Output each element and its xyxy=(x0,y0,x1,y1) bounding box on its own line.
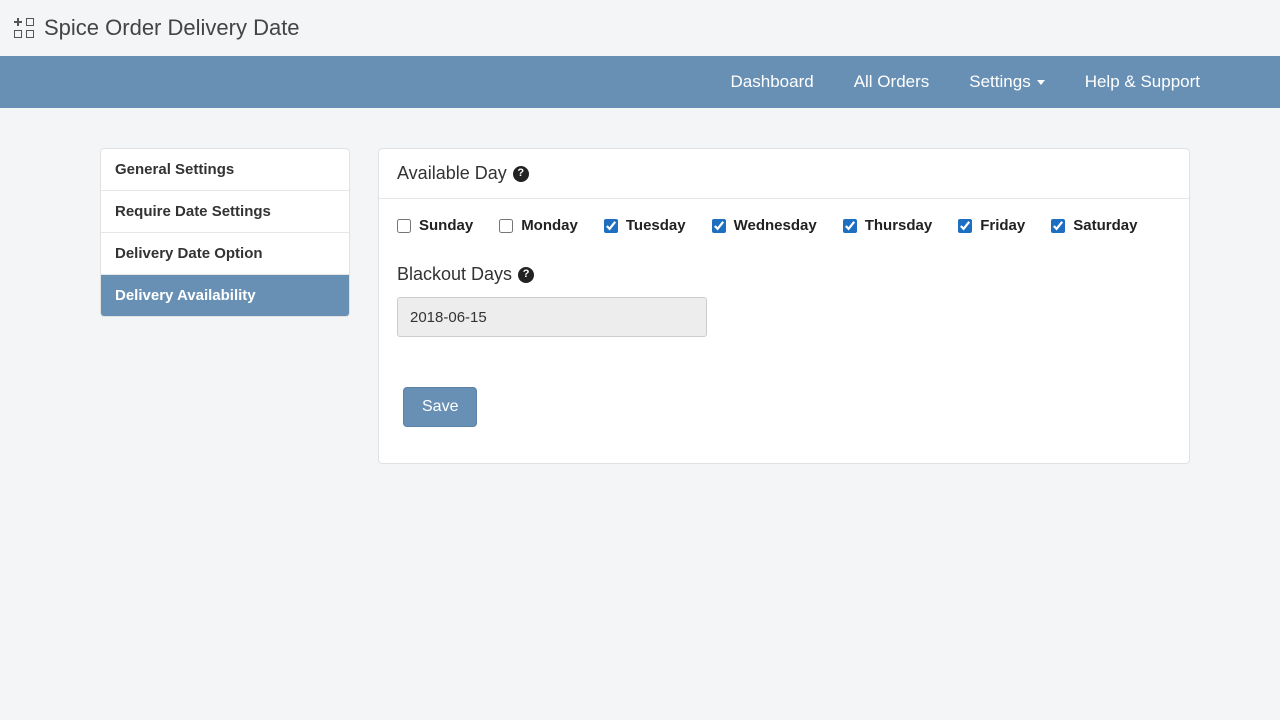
nav-settings[interactable]: Settings xyxy=(969,72,1044,92)
day-thursday[interactable]: Thursday xyxy=(843,217,933,234)
available-day-header: Available Day ? xyxy=(379,149,1189,199)
day-thursday-checkbox[interactable] xyxy=(843,219,857,233)
day-friday-checkbox[interactable] xyxy=(958,219,972,233)
nav-all-orders[interactable]: All Orders xyxy=(854,72,930,92)
day-label: Monday xyxy=(521,217,578,234)
app-title: Spice Order Delivery Date xyxy=(44,15,300,41)
settings-sidebar: General Settings Require Date Settings D… xyxy=(100,148,350,317)
main-navbar: Dashboard All Orders Settings Help & Sup… xyxy=(0,56,1280,108)
day-tuesday-checkbox[interactable] xyxy=(604,219,618,233)
sidebar-item-label: Delivery Date Option xyxy=(115,245,263,262)
blackout-date-input[interactable] xyxy=(397,297,707,337)
day-label: Thursday xyxy=(865,217,933,234)
day-saturday-checkbox[interactable] xyxy=(1051,219,1065,233)
day-label: Friday xyxy=(980,217,1025,234)
titlebar: Spice Order Delivery Date xyxy=(0,0,1280,56)
day-wednesday-checkbox[interactable] xyxy=(712,219,726,233)
day-sunday-checkbox[interactable] xyxy=(397,219,411,233)
day-tuesday[interactable]: Tuesday xyxy=(604,217,686,234)
available-days-row: Sunday Monday Tuesday Wednesday Thursday xyxy=(397,217,1171,234)
help-icon[interactable]: ? xyxy=(513,166,529,182)
day-wednesday[interactable]: Wednesday xyxy=(712,217,817,234)
day-sunday[interactable]: Sunday xyxy=(397,217,473,234)
card-body: Sunday Monday Tuesday Wednesday Thursday xyxy=(379,199,1189,427)
day-monday-checkbox[interactable] xyxy=(499,219,513,233)
nav-help-support[interactable]: Help & Support xyxy=(1085,72,1200,92)
page-content: General Settings Require Date Settings D… xyxy=(0,108,1280,464)
day-label: Sunday xyxy=(419,217,473,234)
delivery-availability-panel: Available Day ? Sunday Monday Tuesday xyxy=(378,148,1190,464)
sidebar-item-require-date-settings[interactable]: Require Date Settings xyxy=(101,191,349,233)
sidebar-item-delivery-availability[interactable]: Delivery Availability xyxy=(101,275,349,316)
nav-settings-label: Settings xyxy=(969,72,1030,92)
day-friday[interactable]: Friday xyxy=(958,217,1025,234)
app-grid-icon xyxy=(14,18,34,38)
day-saturday[interactable]: Saturday xyxy=(1051,217,1137,234)
sidebar-item-label: Require Date Settings xyxy=(115,203,271,220)
blackout-days-header: Blackout Days ? xyxy=(397,264,1171,285)
day-monday[interactable]: Monday xyxy=(499,217,578,234)
day-label: Saturday xyxy=(1073,217,1137,234)
day-label: Wednesday xyxy=(734,217,817,234)
sidebar-item-delivery-date-option[interactable]: Delivery Date Option xyxy=(101,233,349,275)
day-label: Tuesday xyxy=(626,217,686,234)
blackout-days-title: Blackout Days xyxy=(397,264,512,285)
sidebar-item-label: General Settings xyxy=(115,161,234,178)
sidebar-item-label: Delivery Availability xyxy=(115,287,256,304)
available-day-title: Available Day xyxy=(397,163,507,184)
save-button[interactable]: Save xyxy=(403,387,477,427)
nav-dashboard[interactable]: Dashboard xyxy=(731,72,814,92)
sidebar-item-general-settings[interactable]: General Settings xyxy=(101,149,349,191)
chevron-down-icon xyxy=(1037,80,1045,85)
help-icon[interactable]: ? xyxy=(518,267,534,283)
